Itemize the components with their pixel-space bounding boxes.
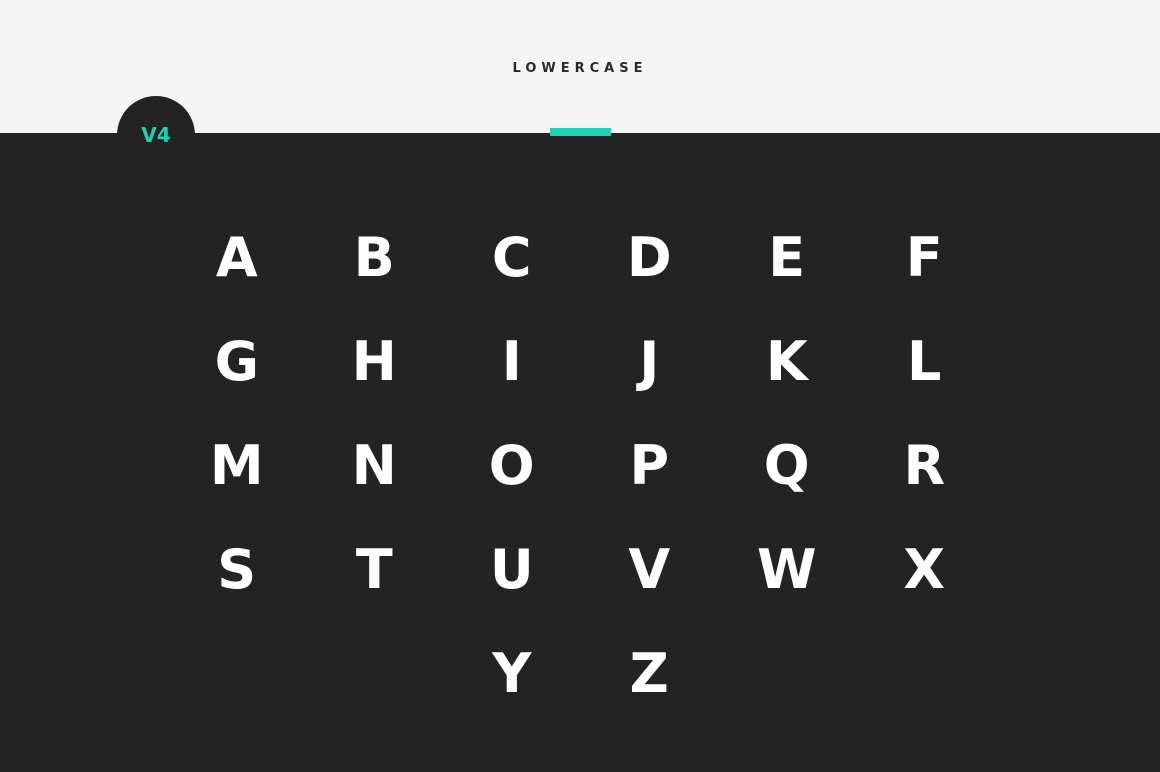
- glyph-k: K: [765, 330, 808, 393]
- glyph-i: I: [501, 330, 522, 393]
- version-label: V4: [141, 123, 171, 147]
- glyph-x: X: [903, 538, 946, 601]
- glyph-e: E: [768, 226, 806, 289]
- glyph-l: L: [907, 330, 942, 393]
- accent-bar: [550, 128, 611, 136]
- glyph-y: Y: [492, 642, 532, 705]
- glyph-t: T: [355, 538, 393, 601]
- glyph-g: G: [214, 330, 259, 393]
- glyph-s: S: [217, 538, 257, 601]
- glyph-v: V: [628, 538, 671, 601]
- glyph-q: Q: [763, 434, 810, 497]
- page-title: LOWERCASE: [512, 61, 648, 76]
- glyph-f: F: [905, 226, 943, 289]
- glyph-grid: A B C D E F G H I J K L M N O P Q R S T …: [168, 206, 992, 726]
- glyph-o: O: [488, 434, 535, 497]
- glyph-n: N: [351, 434, 397, 497]
- glyph-j: J: [639, 330, 660, 393]
- glyph-a: A: [215, 226, 258, 289]
- glyph-p: P: [629, 434, 670, 497]
- glyph-w: W: [756, 538, 817, 601]
- glyph-c: C: [491, 226, 532, 289]
- glyph-b: B: [353, 226, 395, 289]
- glyph-z: Z: [629, 642, 669, 705]
- glyph-u: U: [489, 538, 534, 601]
- glyph-d: D: [626, 226, 672, 289]
- glyph-r: R: [903, 434, 946, 497]
- glyph-m: M: [209, 434, 264, 497]
- glyph-h: H: [351, 330, 397, 393]
